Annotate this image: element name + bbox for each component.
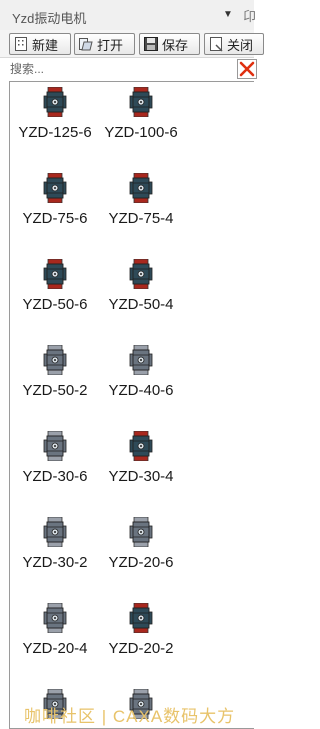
pin-icon[interactable]: 卬 (243, 6, 256, 25)
item-label: YZD-75-4 (108, 210, 174, 227)
save-button[interactable]: 保存 (139, 33, 200, 55)
list-item[interactable]: YZD-50-6 (10, 256, 100, 330)
item-label: YZD-50-6 (22, 296, 88, 313)
list-item[interactable]: YZD-40-6 (96, 342, 186, 416)
item-label: YZD-20-6 (108, 554, 174, 571)
close-button-label: 关闭 (227, 37, 254, 53)
toolbar: 新建 打开 保存 关闭 (0, 30, 264, 58)
item-label: YZD-100-6 (104, 124, 178, 141)
title-bar: Yzd振动电机 ▼ 卬 (0, 0, 256, 30)
list-item[interactable]: YZD-30-4 (96, 428, 186, 502)
close-document-icon (210, 37, 223, 52)
vibration-motor-icon (129, 86, 153, 118)
vibration-motor-icon (129, 602, 153, 634)
list-item[interactable]: YZD-50-2 (10, 342, 100, 416)
item-label: YZD-20-4 (22, 640, 88, 657)
dropdown-arrow-icon[interactable]: ▼ (223, 9, 233, 20)
component-list: YZD-125-6 YZD-100-6 YZD-75-6 YZD-75-4 YZD-50… (9, 81, 254, 729)
new-file-icon (15, 37, 27, 51)
list-item[interactable]: YZD-75-6 (10, 170, 100, 244)
vibration-motor-icon (43, 602, 67, 634)
clear-search-button[interactable] (237, 59, 257, 79)
vibration-motor-icon (43, 516, 67, 548)
new-button[interactable]: 新建 (9, 33, 71, 55)
list-item[interactable]: YZD-20-4 (10, 600, 100, 674)
new-button-label: 新建 (32, 37, 59, 53)
list-item[interactable]: YZD-20-6 (96, 514, 186, 588)
vibration-motor-icon (129, 344, 153, 376)
window-title: Yzd振动电机 (12, 11, 87, 26)
item-label: YZD-50-4 (108, 296, 174, 313)
list-item[interactable]: YZD-30-2 (10, 514, 100, 588)
list-item[interactable]: YZD-30-6 (10, 428, 100, 502)
close-button[interactable]: 关闭 (204, 33, 264, 55)
vibration-motor-icon (43, 86, 67, 118)
save-disk-icon (144, 37, 158, 51)
open-button-label: 打开 (97, 37, 124, 53)
search-input[interactable] (10, 59, 236, 79)
vibration-motor-icon (43, 172, 67, 204)
item-label: YZD-20-2 (108, 640, 174, 657)
item-label: YZD-30-2 (22, 554, 88, 571)
vibration-motor-icon (129, 430, 153, 462)
list-item[interactable]: YZD-50-4 (96, 256, 186, 330)
list-item[interactable]: YZD-100-6 (96, 84, 186, 158)
save-button-label: 保存 (162, 37, 189, 53)
open-folder-icon (79, 38, 93, 51)
vibration-motor-icon (129, 258, 153, 290)
item-label: YZD-125-6 (18, 124, 92, 141)
item-label: YZD-40-6 (108, 382, 174, 399)
red-x-icon (239, 61, 255, 77)
open-button[interactable]: 打开 (74, 33, 135, 55)
vibration-motor-icon (129, 172, 153, 204)
list-item[interactable]: YZD-20-2 (96, 600, 186, 674)
watermark: 咖啡社区 | CAXA数码大方 (24, 707, 236, 726)
list-item[interactable]: YZD-75-4 (96, 170, 186, 244)
list-item[interactable]: YZD-125-6 (10, 84, 100, 158)
vibration-motor-icon (43, 430, 67, 462)
item-label: YZD-75-6 (22, 210, 88, 227)
vibration-motor-icon (129, 516, 153, 548)
vibration-motor-icon (43, 344, 67, 376)
item-label: YZD-30-4 (108, 468, 174, 485)
item-label: YZD-30-6 (22, 468, 88, 485)
search-bar (0, 58, 257, 80)
item-label: YZD-50-2 (22, 382, 88, 399)
vibration-motor-icon (43, 258, 67, 290)
